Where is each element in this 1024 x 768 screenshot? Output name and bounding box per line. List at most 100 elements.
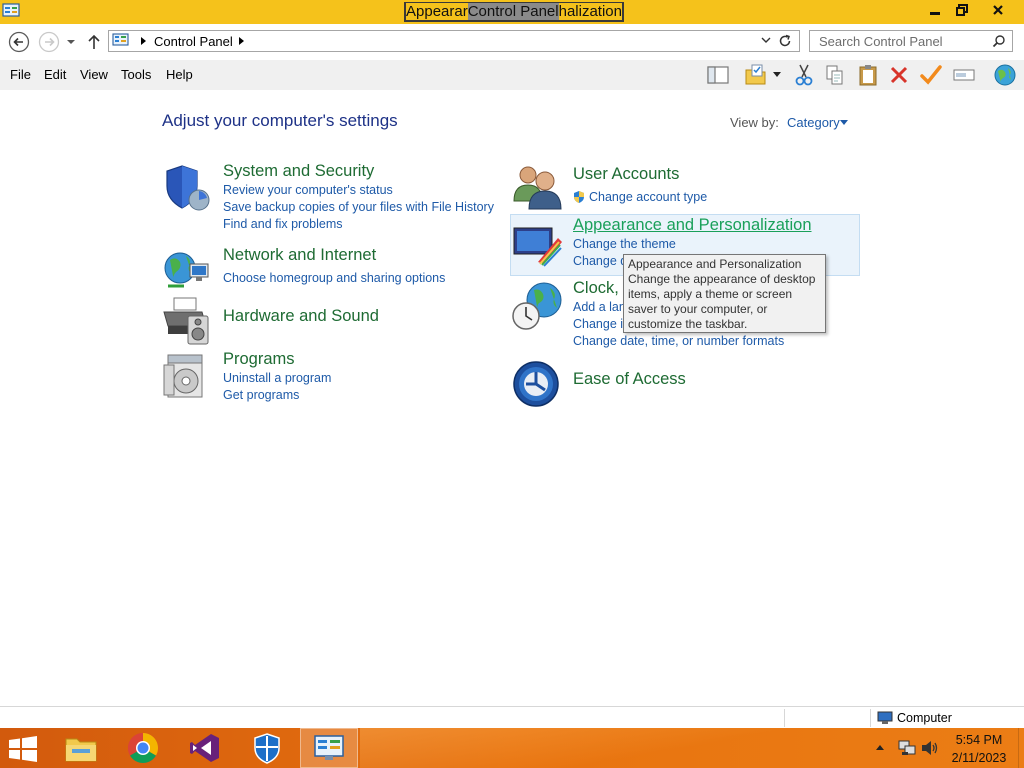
shield-icon[interactable] bbox=[162, 162, 212, 214]
search-input[interactable] bbox=[810, 31, 988, 51]
close-button[interactable] bbox=[976, 0, 1020, 20]
clock-time[interactable]: 5:54 PM bbox=[944, 733, 1014, 747]
link-review-status[interactable]: Review your computer's status bbox=[223, 183, 393, 197]
menu-edit[interactable]: Edit bbox=[44, 67, 66, 82]
search-icon[interactable] bbox=[992, 34, 1006, 48]
properties-button[interactable] bbox=[918, 63, 944, 87]
tooltip-title: Appearance and Personalization bbox=[628, 257, 802, 271]
control-panel-icon bbox=[112, 33, 129, 46]
taskbar-file-explorer[interactable] bbox=[52, 728, 110, 768]
computer-icon bbox=[877, 711, 893, 724]
taskbar-chrome[interactable] bbox=[114, 728, 172, 768]
breadcrumb-separator-icon[interactable] bbox=[141, 37, 146, 45]
category-user-accounts[interactable]: User Accounts bbox=[573, 165, 679, 184]
ease-of-access-icon[interactable] bbox=[512, 360, 560, 408]
control-panel-icon[interactable] bbox=[2, 2, 22, 20]
breadcrumb: Control Panel bbox=[135, 31, 252, 51]
tooltip-body: Change the appearance of desktop items, … bbox=[628, 272, 816, 331]
category-ease-of-access[interactable]: Ease of Access bbox=[573, 370, 686, 389]
link-file-history[interactable]: Save backup copies of your files with Fi… bbox=[223, 200, 494, 214]
back-button[interactable] bbox=[8, 31, 30, 53]
minimize-button[interactable] bbox=[922, 0, 948, 20]
visual-studio-icon bbox=[190, 734, 219, 762]
link-change-date-time-formats[interactable]: Change date, time, or number formats bbox=[573, 334, 784, 348]
appearance-icon[interactable] bbox=[512, 222, 562, 268]
copy-icon bbox=[826, 65, 843, 85]
view-by-dropdown[interactable]: Category bbox=[787, 115, 840, 130]
link-add-language[interactable]: Add a lan bbox=[573, 300, 626, 314]
status-bar: Computer bbox=[0, 706, 1024, 728]
view-by-label: View by: bbox=[730, 115, 779, 130]
programs-icon[interactable] bbox=[162, 351, 212, 401]
menu-file[interactable]: File bbox=[10, 67, 31, 82]
forward-button[interactable] bbox=[38, 31, 60, 53]
link-change-display[interactable]: Change d bbox=[573, 254, 627, 268]
tooltip: Appearance and Personalization Change th… bbox=[623, 254, 826, 333]
title-part: Control Panel bbox=[467, 3, 559, 20]
paste-button[interactable] bbox=[855, 63, 881, 87]
cut-button[interactable] bbox=[791, 63, 817, 87]
category-programs[interactable]: Programs bbox=[223, 350, 295, 369]
show-hidden-icons-icon[interactable] bbox=[876, 745, 884, 750]
category-appearance-and-personalization[interactable]: Appearance and Personalization bbox=[573, 216, 812, 235]
users-icon[interactable] bbox=[512, 163, 564, 211]
minimize-icon bbox=[930, 12, 940, 15]
volume-icon[interactable] bbox=[921, 740, 939, 756]
network-icon[interactable] bbox=[898, 740, 916, 756]
folder-options-dropdown[interactable] bbox=[769, 63, 785, 87]
close-icon bbox=[993, 5, 1003, 15]
breadcrumb-separator-icon[interactable] bbox=[238, 37, 244, 45]
internet-button[interactable] bbox=[990, 63, 1020, 87]
address-dropdown-icon[interactable] bbox=[761, 35, 771, 45]
recent-locations-button[interactable] bbox=[62, 31, 80, 53]
delete-x-icon bbox=[890, 66, 908, 84]
taskbar bbox=[0, 728, 1024, 768]
category-network-and-internet[interactable]: Network and Internet bbox=[223, 246, 376, 265]
chrome-icon bbox=[127, 733, 159, 764]
folder-options-button[interactable] bbox=[743, 63, 769, 87]
pane-layout-icon bbox=[707, 66, 729, 84]
view-by-dropdown-arrow-icon[interactable] bbox=[840, 120, 848, 125]
title-part: Appearar bbox=[406, 3, 468, 20]
taskbar-visual-studio[interactable] bbox=[176, 728, 234, 768]
link-change-account-type[interactable]: Change account type bbox=[589, 190, 707, 204]
windows-start-icon[interactable] bbox=[8, 736, 38, 762]
printer-speaker-icon[interactable] bbox=[162, 296, 212, 346]
clock-globe-icon[interactable] bbox=[512, 280, 564, 332]
menu-tools[interactable]: Tools bbox=[121, 67, 151, 82]
restore-button[interactable] bbox=[949, 0, 975, 20]
category-hardware-and-sound[interactable]: Hardware and Sound bbox=[223, 307, 379, 326]
copy-button[interactable] bbox=[822, 63, 848, 87]
page-heading: Adjust your computer's settings bbox=[162, 111, 398, 130]
delete-button[interactable] bbox=[886, 63, 912, 87]
show-desktop-button[interactable] bbox=[1018, 728, 1024, 768]
taskbar-defender[interactable] bbox=[238, 728, 296, 768]
link-uninstall-program[interactable]: Uninstall a program bbox=[223, 371, 331, 385]
link-get-programs[interactable]: Get programs bbox=[223, 388, 299, 402]
rename-button[interactable] bbox=[951, 63, 977, 87]
breadcrumb-control-panel[interactable]: Control Panel bbox=[154, 34, 233, 49]
menu-bar: File Edit View Tools Help bbox=[0, 60, 1024, 90]
address-bar[interactable]: Control Panel bbox=[108, 30, 800, 52]
forward-arrow-icon bbox=[38, 31, 60, 53]
up-arrow-icon bbox=[88, 34, 100, 49]
globe-network-icon[interactable] bbox=[162, 246, 212, 294]
taskbar-control-panel[interactable] bbox=[300, 728, 358, 768]
link-find-fix-problems[interactable]: Find and fix problems bbox=[223, 217, 343, 231]
link-change-input-methods[interactable]: Change in bbox=[573, 317, 630, 331]
scissors-icon bbox=[795, 64, 813, 86]
rename-field-icon bbox=[953, 69, 975, 81]
link-change-theme[interactable]: Change the theme bbox=[573, 237, 676, 251]
up-button[interactable] bbox=[84, 31, 104, 53]
category-system-and-security[interactable]: System and Security bbox=[223, 162, 374, 181]
globe-icon bbox=[994, 64, 1016, 86]
link-homegroup[interactable]: Choose homegroup and sharing options bbox=[223, 271, 445, 285]
status-location: Computer bbox=[897, 711, 952, 725]
taskbar-background bbox=[360, 728, 860, 768]
refresh-icon[interactable] bbox=[777, 33, 793, 49]
menu-view[interactable]: View bbox=[80, 67, 108, 82]
layout-button[interactable] bbox=[705, 63, 731, 87]
clock-date[interactable]: 2/11/2023 bbox=[944, 751, 1014, 765]
back-arrow-icon bbox=[8, 31, 30, 53]
menu-help[interactable]: Help bbox=[166, 67, 193, 82]
